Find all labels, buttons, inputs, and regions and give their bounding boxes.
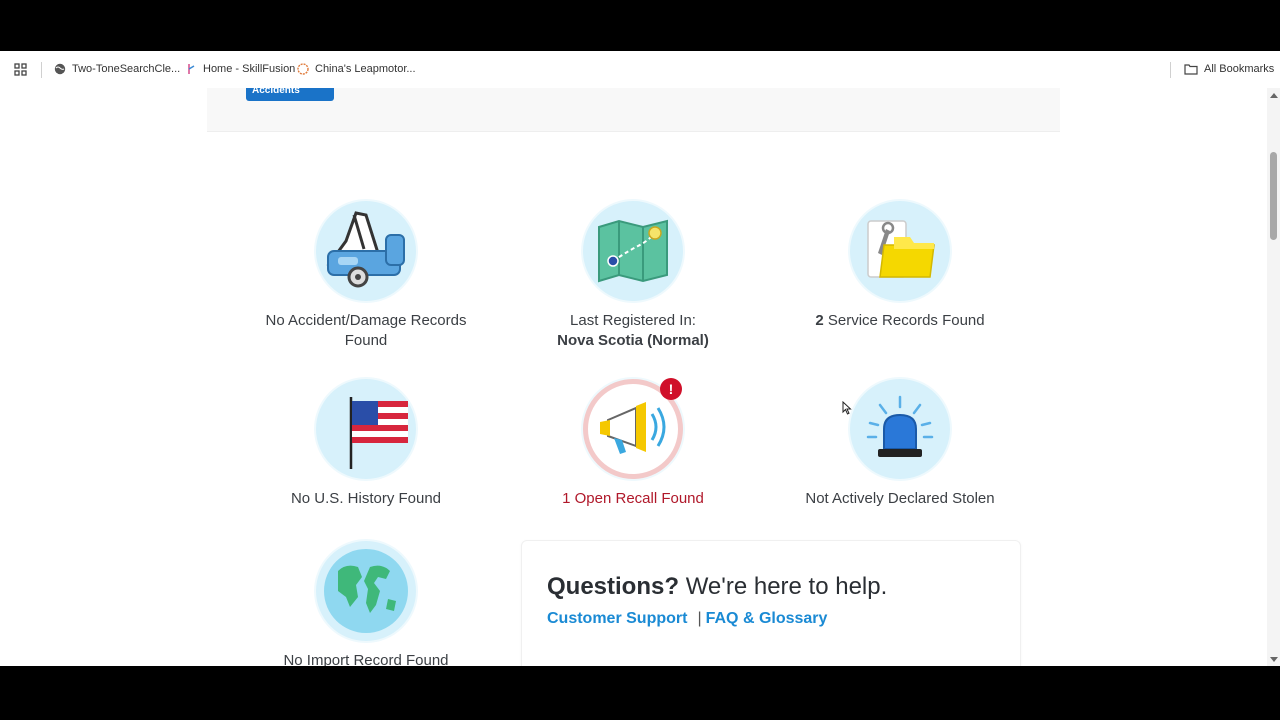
apps-grid-icon[interactable] [14,63,28,77]
bookmarks-divider [41,62,42,78]
megaphone-icon: ! [583,378,683,479]
page-content: Accidents™ No Accident/Damage Records Fo… [0,88,1267,666]
record-recall: ! 1 Open Recall Found [513,378,753,509]
service-count: 2 [815,312,824,329]
help-title-bold: Questions? [547,573,680,600]
globe-icon [316,541,416,641]
record-text: No Import Record Found [283,652,449,666]
bookmark-label: Home - SkillFusion [203,63,296,75]
record-us-history: No U.S. History Found [246,379,486,509]
tow-truck-icon [316,201,416,301]
all-bookmarks-label: All Bookmarks [1204,63,1275,75]
record-stolen: Not Actively Declared Stolen [780,379,1020,509]
folder-icon [1184,64,1198,75]
bookmark-label: China's Leapmotor... [315,63,416,75]
customer-support-link[interactable]: Customer Support [547,610,687,628]
bookmarks-bar: Two-ToneSearchCle... Home - SkillFusion … [0,51,1280,88]
record-accident: No Accident/Damage Records Found [246,201,486,351]
scroll-up-icon[interactable] [1270,92,1278,98]
record-text: 2 Service Records Found [780,311,1020,331]
record-import: No Import Record Found [246,541,486,666]
scroll-thumb[interactable] [1270,152,1277,240]
browser-frame: Two-ToneSearchCle... Home - SkillFusion … [0,51,1280,666]
bookmark-skillfusion[interactable]: Home - SkillFusion [185,63,295,75]
bookmark-label: Two-ToneSearchCle... [72,63,181,75]
skillfusion-icon [188,64,195,74]
help-links: Customer Support | FAQ & Glossary [547,610,827,628]
record-text: Last Registered In: [570,312,696,329]
bookmark-two-tone[interactable]: Two-ToneSearchCle... [54,63,180,75]
record-text: No Accident/Damage Records [265,312,467,329]
help-box: Questions? We're here to help. Customer … [521,540,1021,666]
map-icon [583,201,683,301]
bookmark-leapmotor[interactable]: China's Leapmotor... [297,63,416,75]
service-folder-icon [850,201,950,301]
alert-badge-icon: ! [660,378,682,400]
bookmarks-divider [1170,62,1171,78]
record-text: Not Actively Declared Stolen [805,490,995,507]
record-text: Found [344,332,388,349]
recall-text[interactable]: 1 Open Recall Found [513,489,753,509]
record-registration: Last Registered In: Nova Scotia (Normal) [513,201,753,351]
globe-icon [54,63,66,75]
link-separator: | [697,610,702,627]
vertical-scrollbar[interactable] [1267,88,1280,666]
mouse-cursor-icon [842,401,852,415]
help-title-rest: We're here to help. [685,573,888,600]
record-service: 2 Service Records Found [780,201,1020,331]
trademark: ™ [299,88,306,91]
siren-icon [850,379,950,479]
record-text: No U.S. History Found [290,490,442,507]
all-bookmarks-button[interactable]: All Bookmarks [1184,63,1274,75]
service-text: Service Records Found [827,312,985,329]
accidents-label: Accidents [252,88,300,96]
summary-panel [207,88,1060,132]
help-title: Questions? We're here to help. [547,573,887,601]
record-location: Nova Scotia (Normal) [557,332,709,349]
faq-glossary-link[interactable]: FAQ & Glossary [706,610,828,628]
scroll-down-icon[interactable] [1270,657,1278,663]
accidents-button[interactable]: Accidents™ [246,88,334,101]
leapmotor-icon [297,63,309,75]
us-flag-icon [316,379,416,479]
